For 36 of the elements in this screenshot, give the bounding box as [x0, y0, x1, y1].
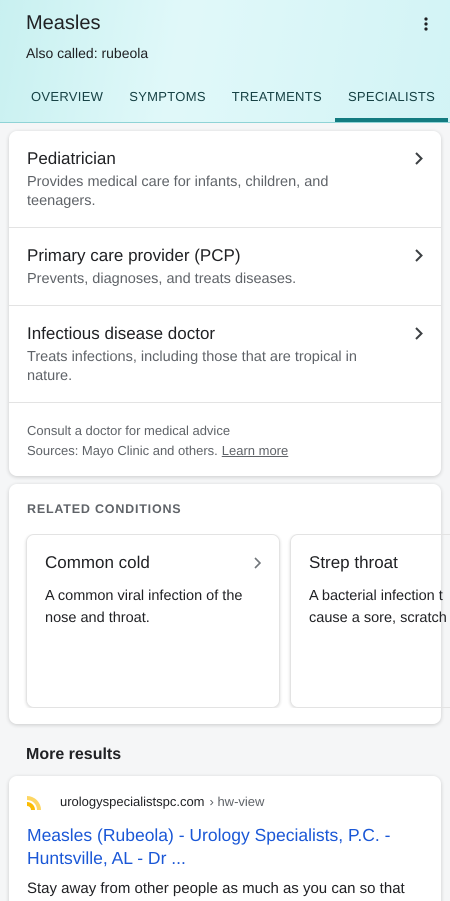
chevron-icon [254, 557, 261, 569]
chevron-icon [415, 249, 423, 262]
condition-card[interactable]: Strep throat A bacterial infection t cause a sore, scratch [290, 534, 450, 708]
tab[interactable]: OVERVIEW [4, 83, 116, 122]
disclaimer-text: Consult a doctor for medical advice [27, 423, 232, 438]
specialist-item[interactable]: Infectious disease doctor Treats infections, including those that are tropical in nature. [9, 306, 441, 403]
url-path: › hw-view [210, 794, 264, 808]
sources-text: Sources: Mayo Clinic and others. [27, 443, 218, 458]
tab[interactable]: SPECIALISTS [334, 83, 448, 122]
learn-more-link[interactable]: Learn more [222, 443, 288, 458]
condition-description: nose and throat. [45, 609, 151, 628]
section-heading: RELATED CONDITIONS [26, 501, 182, 518]
specialist-name: Infectious disease doctor [27, 324, 216, 344]
alias-text: Also called: rubeola [26, 45, 150, 61]
chevron-icon [415, 327, 423, 340]
specialist-item[interactable]: Primary care provider (PCP) Prevents, diagnoses, and treats diseases. [9, 228, 441, 306]
condition-description: cause a sore, scratch [309, 609, 448, 628]
specialist-name: Pediatrician [27, 149, 117, 169]
condition-name: Common cold [45, 553, 150, 573]
specialist-item[interactable]: Pediatrician Provides medical care for infants, children, and teenagers. [9, 131, 441, 228]
condition-card[interactable]: Common cold A common viral infection of the nose and throat. [26, 534, 280, 708]
specialist-description: Provides medical care for infants, children, and teenagers. [27, 173, 330, 211]
specialist-description: Treats infections, including those that are tropical in nature. [27, 348, 358, 386]
tab[interactable]: SYMPTOMS [116, 83, 219, 122]
section-heading: More results [25, 745, 122, 765]
tab[interactable]: TREATMENTS [218, 83, 335, 122]
condition-description: A common viral infection of the [45, 587, 244, 606]
specialist-name: Primary care provider (PCP) [27, 246, 242, 266]
condition-description: A bacterial infection t [309, 587, 444, 606]
condition-name: Strep throat [309, 553, 398, 573]
result-snippet: Stay away from other people as much as you can so that [27, 880, 406, 897]
result-title-link[interactable]: Measles (Rubeola) - Urology Specialists, P.C. - Huntsville, AL - Dr ... [27, 824, 423, 870]
page-title: Measles [26, 12, 100, 35]
specialist-description: Prevents, diagnoses, and treats diseases. [27, 270, 296, 289]
chevron-icon [415, 152, 423, 165]
site-url: urologyspecialistspc.com [60, 794, 205, 808]
